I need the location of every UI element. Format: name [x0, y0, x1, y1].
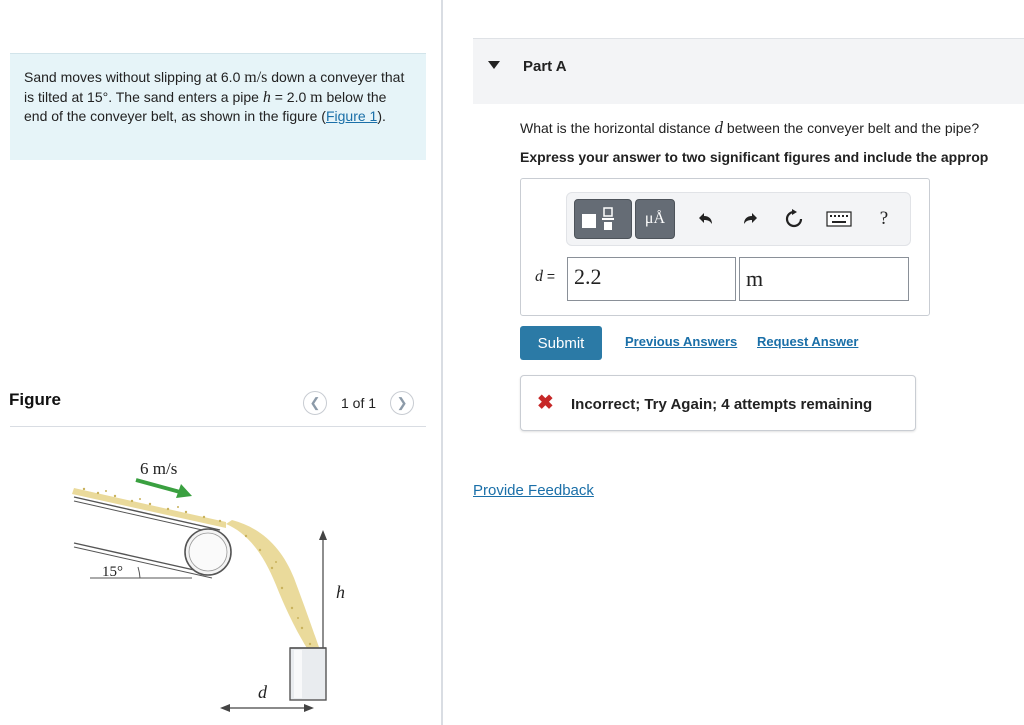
figure-heading: Figure — [9, 390, 61, 409]
units-icon[interactable]: μÅ — [635, 199, 675, 239]
distance-label: d — [258, 682, 268, 702]
caret-down-icon[interactable] — [488, 61, 500, 69]
keyboard-icon[interactable] — [824, 199, 854, 239]
problem-math: m/s — [244, 69, 268, 86]
x-icon: ✖ — [537, 392, 554, 414]
chevron-left-icon[interactable]: ❮ — [303, 391, 327, 415]
speed-label: 6 m/s — [140, 459, 177, 478]
problem-math: m — [310, 88, 323, 106]
pulley — [184, 528, 232, 576]
pager-text: 1 of 1 — [341, 395, 377, 411]
problem-statement: Sand moves without slipping at 6.0 m/s d… — [10, 53, 426, 160]
request-answer-link[interactable]: Request Answer — [757, 334, 858, 349]
reset-icon[interactable] — [780, 199, 808, 239]
question-text: What is the horizontal distance d betwee… — [520, 118, 979, 138]
problem-segment: Sand moves without slipping at 6.0 — [24, 69, 245, 85]
submit-button[interactable]: Submit — [520, 326, 602, 360]
pipe — [289, 647, 327, 701]
unit-input[interactable]: m — [739, 257, 909, 301]
math-toolbar: μÅ ? — [566, 192, 911, 246]
distance-arrow — [220, 704, 314, 712]
answer-var-label: d = — [535, 268, 555, 286]
figure-divider — [10, 426, 426, 427]
question-pre: What is the horizontal distance — [520, 120, 715, 136]
help-icon[interactable]: ? — [870, 199, 898, 239]
feedback-text: Incorrect; Try Again; 4 attempts remaini… — [571, 396, 873, 413]
column-divider — [441, 0, 443, 725]
chevron-right-icon[interactable]: ❯ — [390, 391, 415, 415]
sand-on-belt — [72, 487, 226, 528]
question-post: between the conveyer belt and the pipe? — [723, 120, 980, 136]
previous-answers-link[interactable]: Previous Answers — [625, 334, 737, 349]
answer-var: d — [535, 268, 543, 285]
templates-icon[interactable] — [574, 199, 632, 239]
conveyor-figure: 15° 6 m/s h d — [72, 459, 345, 712]
undo-icon[interactable] — [691, 199, 719, 239]
part-title: Part A — [523, 58, 567, 75]
redo-icon[interactable] — [737, 199, 765, 239]
problem-segment: ). — [377, 108, 386, 124]
problem-var-h: h — [262, 88, 271, 106]
velocity-arrow — [135, 478, 192, 498]
answer-eq: = — [543, 268, 556, 284]
figure-pager: ❮ 1 of 1 ❯ — [303, 391, 415, 415]
problem-segment: = 2.0 — [270, 88, 311, 105]
angle-label: 15° — [102, 564, 123, 580]
sand-stream — [226, 520, 320, 650]
height-label: h — [336, 582, 345, 602]
figure-link[interactable]: Figure 1 — [326, 108, 377, 124]
provide-feedback-link[interactable]: Provide Feedback — [473, 482, 594, 499]
value-input[interactable]: 2.2 — [567, 257, 736, 301]
question-var: d — [714, 118, 724, 137]
instruction-text: Express your answer to two significant f… — [520, 149, 989, 165]
